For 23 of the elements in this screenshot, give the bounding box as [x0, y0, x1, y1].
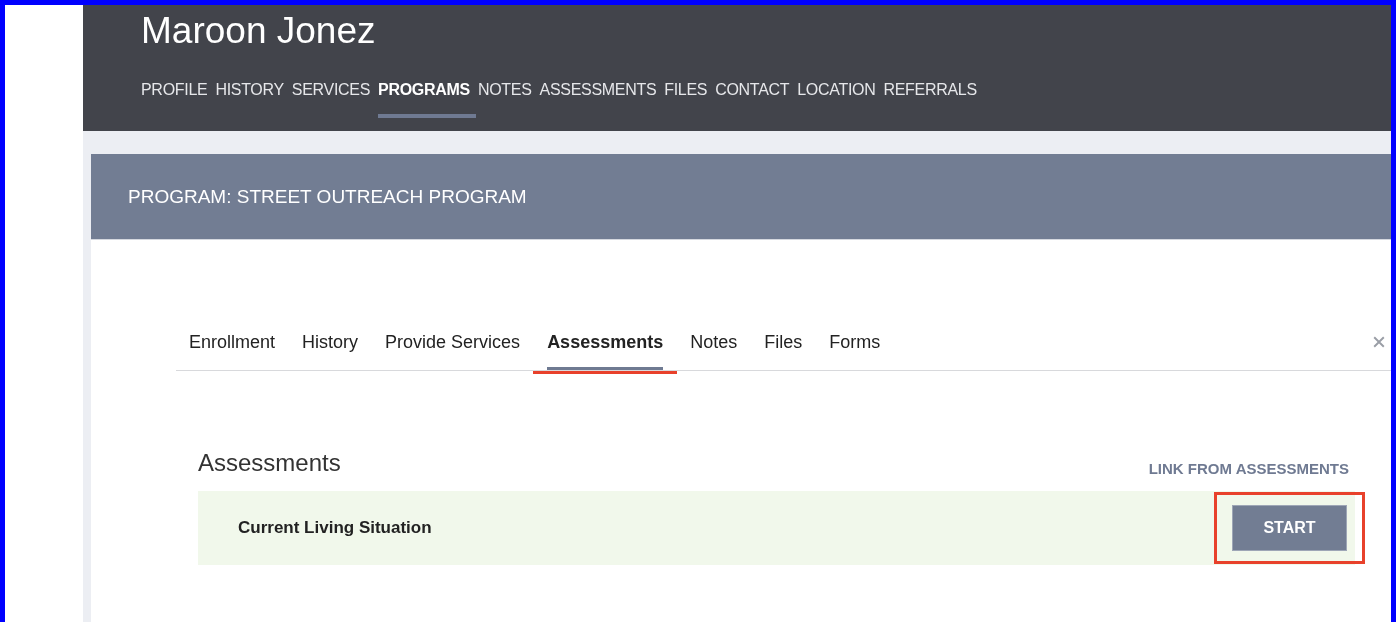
nav-tab[interactable]: PROFILE: [141, 80, 214, 118]
close-icon[interactable]: [1373, 336, 1385, 348]
nav-tab[interactable]: LOCATION: [797, 80, 882, 118]
nav-tab[interactable]: HISTORY: [215, 80, 290, 118]
nav-tab[interactable]: FILES: [664, 80, 714, 118]
nav-tab[interactable]: SERVICES: [291, 80, 377, 118]
client-name: Maroon Jonez: [141, 9, 377, 53]
tab[interactable]: Enrollment: [189, 330, 276, 370]
tab[interactable]: History: [302, 330, 359, 370]
tab[interactable]: Provide Services: [385, 330, 521, 370]
nav-tab[interactable]: ASSESSMENTS: [539, 80, 663, 118]
nav-tab[interactable]: CONTACT: [715, 80, 796, 118]
assessment-name: Current Living Situation: [238, 518, 432, 538]
link-from-assessments[interactable]: LINK FROM ASSESSMENTS: [1148, 460, 1349, 477]
program-title: PROGRAM: STREET OUTREACH PROGRAM: [128, 185, 527, 208]
start-button[interactable]: START: [1232, 505, 1347, 551]
tab[interactable]: Notes: [690, 330, 738, 370]
nav-tab[interactable]: NOTES: [477, 80, 538, 118]
nav-tab[interactable]: REFERRALS: [883, 80, 983, 118]
section-heading: Assessments: [198, 449, 341, 477]
nav-tab[interactable]: PROGRAMS: [378, 80, 476, 118]
tab[interactable]: Files: [764, 330, 803, 370]
tab[interactable]: Forms: [829, 330, 881, 370]
